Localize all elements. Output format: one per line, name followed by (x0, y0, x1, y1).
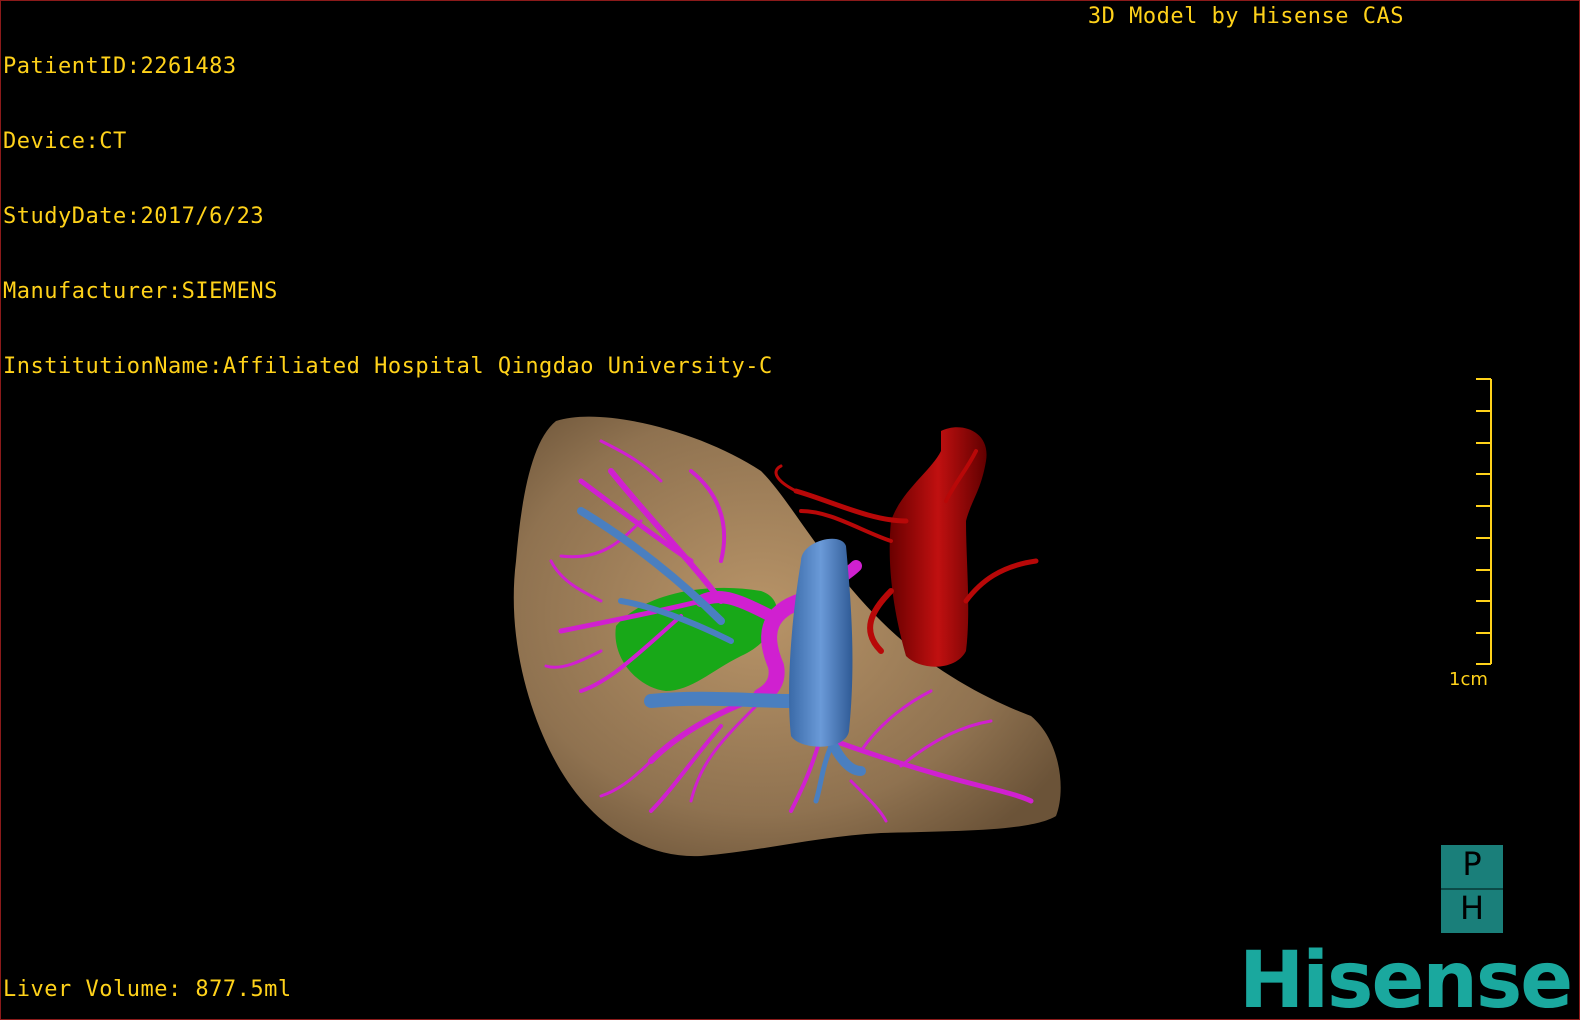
hisense-logo: Hisense (1239, 936, 1573, 1020)
dicom-info: PatientID:2261483 Device:CT StudyDate:20… (3, 4, 773, 429)
3d-viewport[interactable]: PatientID:2261483 Device:CT StudyDate:20… (0, 0, 1580, 1020)
manufacturer: Manufacturer:SIEMENS (3, 279, 278, 304)
model-credit: 3D Model by Hisense CAS (1087, 4, 1404, 29)
study-date: StudyDate:2017/6/23 (3, 204, 265, 229)
institution-name: InstitutionName:Affiliated Hospital Qing… (3, 354, 773, 379)
orientation-cube[interactable]: P H (1441, 845, 1503, 933)
orientation-bottom-label: H (1459, 889, 1485, 927)
device: Device:CT (3, 129, 127, 154)
scale-bar-label: 1cm (1449, 669, 1488, 690)
patient-id: PatientID:2261483 (3, 54, 237, 79)
liver-volume: Liver Volume: 877.5ml (3, 977, 292, 1002)
scale-bar (1476, 378, 1492, 665)
orientation-top-label: P (1462, 845, 1482, 883)
